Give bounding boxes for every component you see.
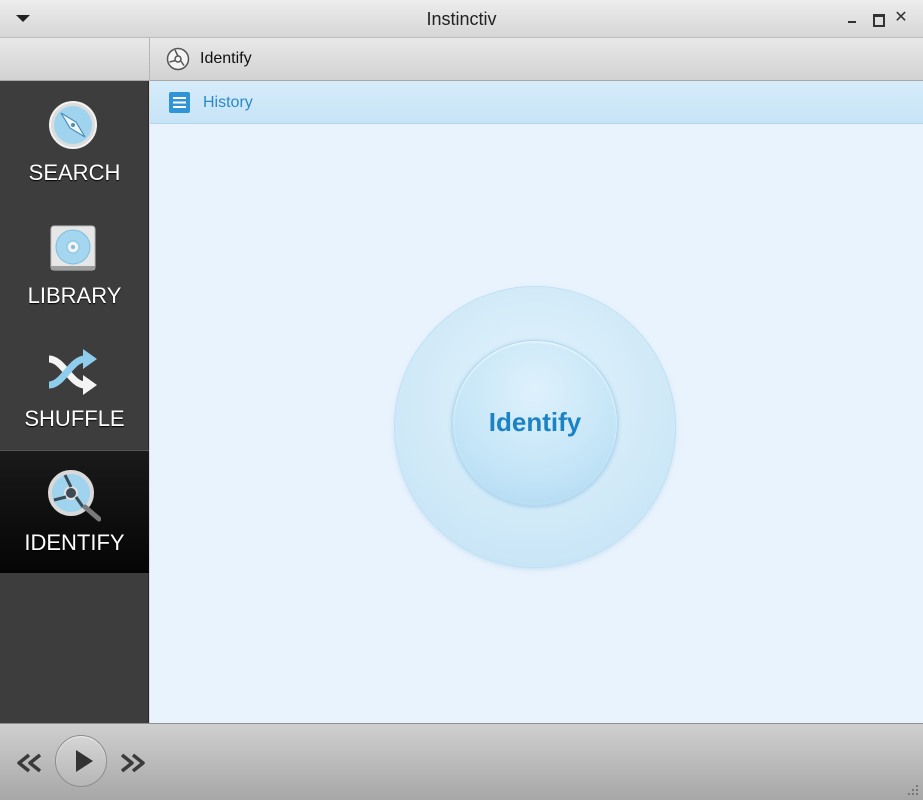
history-bar[interactable]: History [150,81,923,124]
breadcrumb-divider [149,38,150,81]
sidebar-item-label: SHUFFLE [24,406,125,431]
identify-button-label: Identify [488,407,582,437]
play-button[interactable] [55,735,107,787]
player-controls [0,723,923,800]
close-button[interactable]: ✕ [893,10,909,26]
maximize-button[interactable] [869,10,885,27]
next-track-icon[interactable] [118,751,148,775]
sidebar: SEARCH LIBRARY SHUFFLE IDENTIFY [0,81,149,723]
cd-icon [50,225,96,271]
resize-grip-icon[interactable] [907,784,919,796]
compass-icon [49,101,97,149]
sidebar-item-label: IDENTIFY [24,530,125,555]
window-title: Instinctiv [426,9,497,29]
sidebar-item-shuffle[interactable]: SHUFFLE [0,327,149,450]
sidebar-item-library[interactable]: LIBRARY [0,204,149,327]
history-label: History [203,94,253,111]
sidebar-item-search[interactable]: SEARCH [0,81,149,204]
title-bar: Instinctiv ✕ [0,0,923,38]
list-icon [169,92,190,113]
main-content: History Identify [150,81,923,723]
shuffle-icon [48,349,97,395]
identify-disc-icon [48,470,101,522]
breadcrumb-label: Identify [200,50,252,67]
minimize-button[interactable] [844,10,860,26]
identify-disc-icon [166,47,190,71]
sidebar-item-label: LIBRARY [27,283,122,308]
breadcrumb: Identify [0,38,923,81]
sidebar-item-label: SEARCH [28,160,121,185]
identify-button[interactable]: Identify [395,287,675,567]
previous-track-icon[interactable] [14,751,44,775]
identify-button-core[interactable]: Identify [452,340,618,506]
sidebar-item-identify[interactable]: IDENTIFY [0,450,149,573]
